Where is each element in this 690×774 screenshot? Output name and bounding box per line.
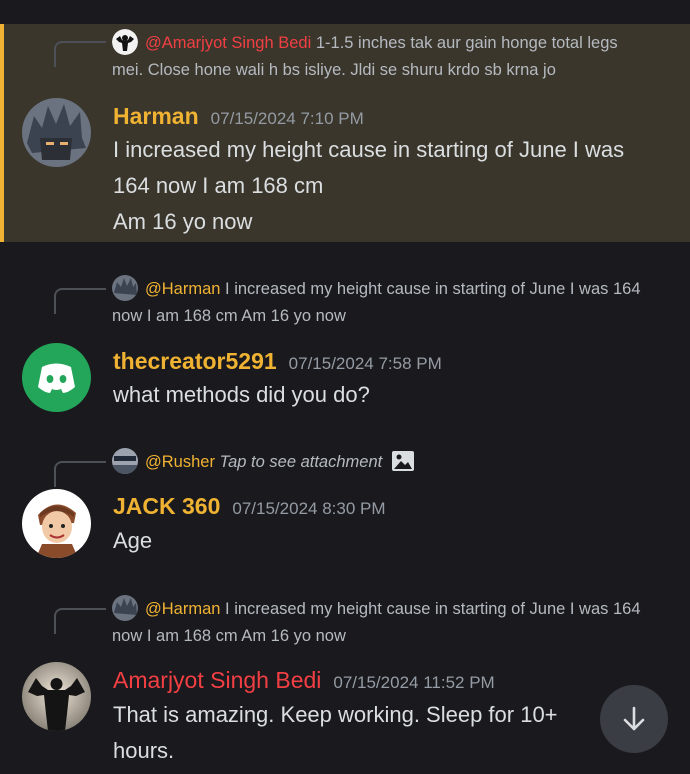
reply-text: Tap to see attachment <box>219 453 383 471</box>
reply-avatar-amarjyot <box>112 29 138 55</box>
avatar-amarjyot[interactable] <box>22 662 91 731</box>
avatar-thecreator[interactable] <box>22 343 91 412</box>
username[interactable]: JACK 360 <box>113 493 220 519</box>
message-content: I increased my height cause in starting … <box>113 132 650 240</box>
message-header: thecreator5291 07/15/2024 7:58 PM <box>113 348 442 375</box>
message-content: Age <box>113 523 650 559</box>
username[interactable]: thecreator5291 <box>113 348 277 374</box>
message-header: JACK 360 07/15/2024 8:30 PM <box>113 493 386 520</box>
message-jack360[interactable]: @Rusher Tap to see attachment JACK 360 07… <box>0 447 690 572</box>
message-harman[interactable]: @Amarjyot Singh Bedi 1-1.5 inches tak au… <box>0 24 690 242</box>
reply-preview[interactable]: @Harman I increased my height cause in s… <box>112 275 650 330</box>
timestamp: 07/15/2024 7:10 PM <box>210 109 364 128</box>
reply-avatar-harman <box>112 595 138 621</box>
avatar-harman[interactable] <box>22 98 91 167</box>
reply-preview[interactable]: @Rusher Tap to see attachment <box>112 448 650 481</box>
reply-connector <box>54 41 106 67</box>
reply-mention[interactable]: @Rusher <box>145 453 215 471</box>
reply-connector <box>54 288 106 314</box>
reply-connector <box>54 461 106 487</box>
message-line: That is amazing. Keep working. Sleep for… <box>113 702 558 763</box>
scroll-to-bottom-button[interactable] <box>600 685 668 753</box>
message-thecreator[interactable]: @Harman I increased my height cause in s… <box>0 270 690 420</box>
discord-logo-icon <box>38 363 75 393</box>
username[interactable]: Harman <box>113 103 199 129</box>
timestamp: 07/15/2024 11:52 PM <box>333 673 495 692</box>
reply-preview[interactable]: @Harman I increased my height cause in s… <box>112 595 650 650</box>
avatar-jack360[interactable] <box>22 489 91 558</box>
message-line: Am 16 yo now <box>113 209 253 234</box>
reply-mention[interactable]: @Harman <box>145 600 220 618</box>
message-header: Amarjyot Singh Bedi 07/15/2024 11:52 PM <box>113 667 495 694</box>
image-icon <box>391 450 415 481</box>
message-content: That is amazing. Keep working. Sleep for… <box>113 697 606 769</box>
message-line: I increased my height cause in starting … <box>113 137 625 198</box>
reply-avatar-rusher <box>112 448 138 474</box>
reply-avatar-harman <box>112 275 138 301</box>
message-amarjyot[interactable]: @Harman I increased my height cause in s… <box>0 590 690 774</box>
timestamp: 07/15/2024 8:30 PM <box>232 499 386 518</box>
arrow-down-icon <box>623 706 645 731</box>
message-line: what methods did you do? <box>113 382 370 407</box>
reply-mention[interactable]: @Harman <box>145 280 220 298</box>
reply-connector <box>54 608 106 634</box>
reply-mention[interactable]: @Amarjyot Singh Bedi <box>145 34 311 52</box>
timestamp: 07/15/2024 7:58 PM <box>288 354 442 373</box>
message-line: Age <box>113 528 153 553</box>
reply-preview[interactable]: @Amarjyot Singh Bedi 1-1.5 inches tak au… <box>112 29 650 84</box>
message-content: what methods did you do? <box>113 377 650 413</box>
message-header: Harman 07/15/2024 7:10 PM <box>113 103 364 130</box>
username[interactable]: Amarjyot Singh Bedi <box>113 667 321 693</box>
